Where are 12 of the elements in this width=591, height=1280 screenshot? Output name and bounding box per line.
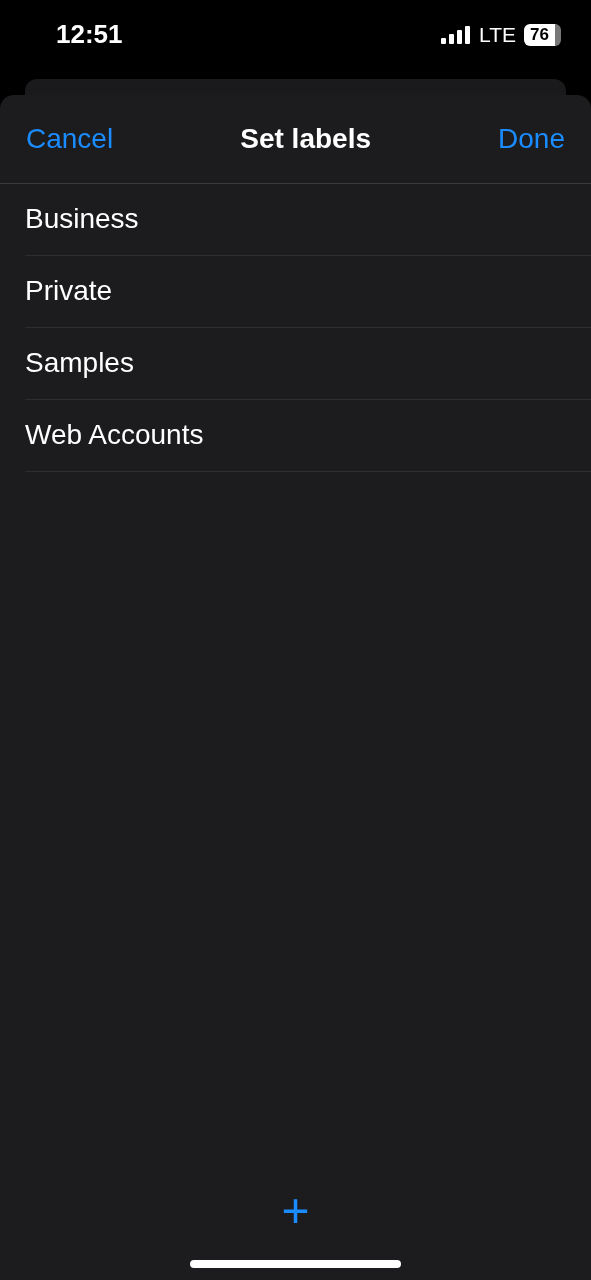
sheet-title: Set labels xyxy=(240,123,371,155)
add-label-button[interactable]: + xyxy=(273,1186,318,1236)
label-row[interactable]: Web Accounts xyxy=(25,400,591,472)
network-type: LTE xyxy=(479,22,517,47)
label-row[interactable]: Private xyxy=(25,256,591,328)
signal-icon xyxy=(441,25,472,44)
cancel-button[interactable]: Cancel xyxy=(26,123,114,155)
label-row[interactable]: Samples xyxy=(25,328,591,400)
label-row[interactable]: Business xyxy=(25,184,591,256)
battery-indicator: 76 xyxy=(524,23,561,46)
done-button[interactable]: Done xyxy=(498,123,565,155)
status-time: 12:51 xyxy=(56,19,123,50)
